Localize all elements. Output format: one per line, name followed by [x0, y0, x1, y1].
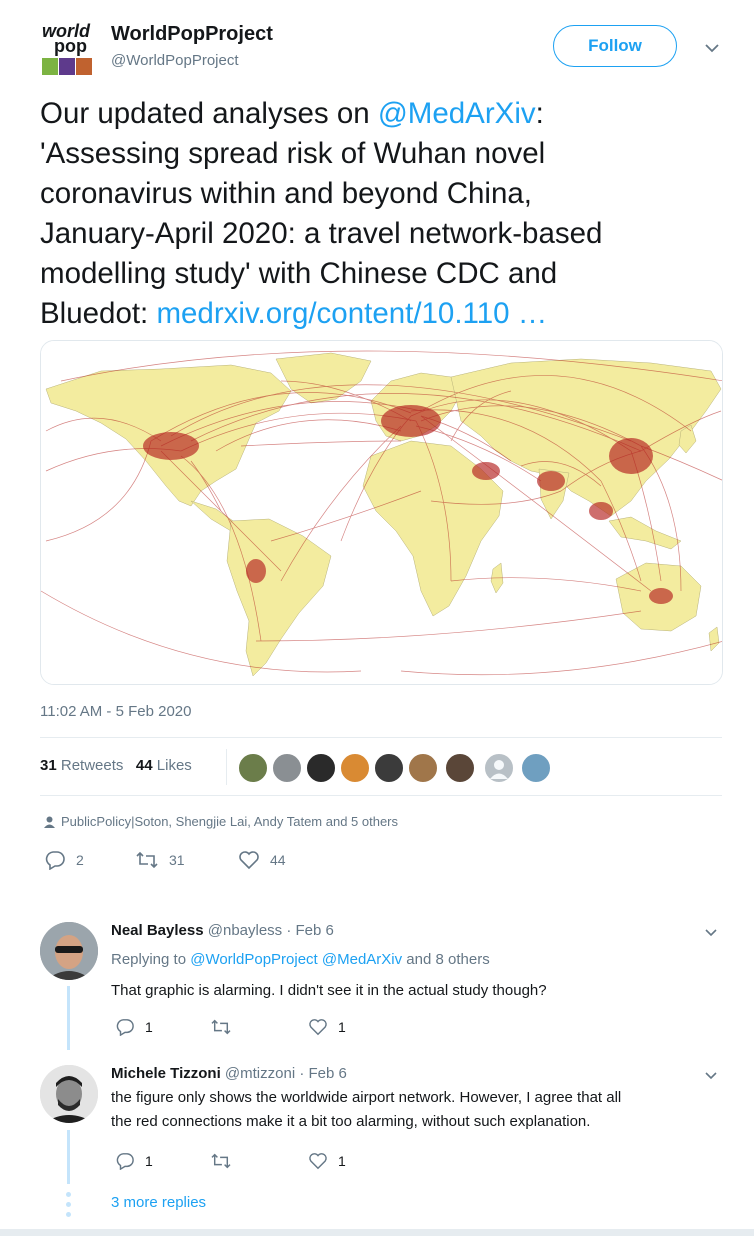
- avatar-photo: [40, 1065, 98, 1123]
- tweet-text-segment: Our updated analyses on: [40, 97, 378, 130]
- divider: [40, 795, 722, 796]
- author-handle[interactable]: @WorldPopProject: [111, 52, 239, 69]
- engagement-stats: 31 Retweets 44 Likes: [40, 757, 192, 774]
- retweets-count[interactable]: 31: [40, 757, 57, 774]
- stats-separator: [226, 749, 227, 785]
- reply-author-name[interactable]: Neal Bayless: [111, 922, 204, 939]
- world-route-map: [41, 341, 722, 684]
- thread-dot: [66, 1212, 71, 1217]
- like-button[interactable]: 1: [308, 1152, 346, 1170]
- tweet-text-line: 'Assessing spread risk of Wuhan novel: [40, 137, 546, 170]
- tweet-text-line: coronavirus within and beyond China,: [40, 177, 532, 210]
- reply-date[interactable]: · Feb 6: [299, 1065, 347, 1082]
- thread-dot: [66, 1192, 71, 1197]
- liker-avatar[interactable]: [374, 753, 404, 783]
- liker-avatar[interactable]: [340, 753, 370, 783]
- liker-avatar[interactable]: [408, 753, 438, 783]
- like-count: 1: [338, 1019, 346, 1035]
- liker-avatar[interactable]: [272, 753, 302, 783]
- reply-button[interactable]: 1: [115, 1152, 153, 1170]
- reply-author-handle[interactable]: @mtizzoni: [225, 1065, 295, 1082]
- reply-text: That graphic is alarming. I didn't see i…: [111, 982, 547, 999]
- tweet-text-segment: :: [535, 97, 544, 130]
- reply-count: 1: [145, 1153, 153, 1169]
- retweet-button[interactable]: [210, 1018, 242, 1036]
- likes-count[interactable]: 44: [136, 757, 153, 774]
- liked-by-text: PublicPolicy|Soton, Shengjie Lai, Andy T…: [61, 814, 399, 829]
- reply-author-name[interactable]: Michele Tizzoni: [111, 1065, 221, 1082]
- like-button[interactable]: 1: [308, 1018, 346, 1036]
- heart-icon: [309, 1153, 327, 1170]
- logo-text-pop: pop: [54, 36, 87, 56]
- reply-date[interactable]: · Feb 6: [286, 922, 334, 939]
- retweet-count: 31: [169, 852, 185, 868]
- replying-prefix: Replying to: [111, 951, 191, 968]
- like-button[interactable]: 44: [238, 850, 286, 870]
- tweet-text: Our updated analyses on @MedArXiv: 'Asse…: [40, 94, 740, 334]
- liker-avatar[interactable]: [238, 753, 268, 783]
- chevron-down-icon[interactable]: [702, 1067, 720, 1090]
- bottom-border: [0, 1229, 754, 1236]
- retweet-button[interactable]: 31: [135, 850, 185, 870]
- tweet-media-image[interactable]: [40, 340, 723, 685]
- liker-avatar[interactable]: [445, 753, 475, 783]
- reply-count: 1: [145, 1019, 153, 1035]
- reply-avatar[interactable]: [40, 1065, 98, 1123]
- tweet-text-segment: Bluedot:: [40, 297, 157, 330]
- default-avatar-icon: [490, 760, 508, 779]
- reply-icon: [116, 1019, 134, 1036]
- like-count: 1: [338, 1153, 346, 1169]
- reply-author-handle[interactable]: @nbayless: [208, 922, 282, 939]
- url-link[interactable]: medrxiv.org/content/10.110 …: [156, 297, 547, 330]
- more-replies-link[interactable]: 3 more replies: [111, 1194, 206, 1211]
- liker-avatar[interactable]: [484, 753, 514, 783]
- section-gap: [0, 896, 754, 902]
- retweet-icon: [136, 851, 158, 869]
- thread-line: [67, 986, 70, 1050]
- replying-suffix[interactable]: and 8 others: [402, 951, 489, 968]
- divider: [40, 737, 722, 738]
- reply-count: 2: [76, 852, 84, 868]
- heart-icon: [309, 1019, 327, 1036]
- retweet-button[interactable]: [210, 1152, 242, 1170]
- replying-to: Replying to @WorldPopProject @MedArXiv a…: [111, 951, 490, 968]
- liked-by-row[interactable]: PublicPolicy|Soton, Shengjie Lai, Andy T…: [44, 814, 398, 829]
- reply-avatar[interactable]: [40, 922, 98, 980]
- reply-text: the figure only shows the worldwide airp…: [111, 1089, 622, 1106]
- mention-link[interactable]: @MedArXiv: [378, 97, 536, 130]
- retweet-icon: [211, 1019, 231, 1035]
- like-count: 44: [270, 852, 286, 868]
- reply-header: Neal Bayless @nbayless · Feb 6: [111, 922, 334, 939]
- avatar-photo: [40, 922, 98, 980]
- liker-avatar[interactable]: [521, 753, 551, 783]
- chevron-down-icon[interactable]: [702, 924, 720, 947]
- reply-text: the red connections make it a bit too al…: [111, 1113, 591, 1130]
- author-name[interactable]: WorldPopProject: [111, 23, 273, 46]
- tweet-text-line: January-April 2020: a travel network-bas…: [40, 217, 603, 250]
- retweet-icon: [211, 1153, 231, 1169]
- reply-header: Michele Tizzoni @mtizzoni · Feb 6: [111, 1065, 347, 1082]
- reply-button[interactable]: 1: [115, 1018, 153, 1036]
- retweets-label[interactable]: Retweets: [61, 757, 124, 774]
- likes-label[interactable]: Likes: [157, 757, 192, 774]
- replying-mentions[interactable]: @WorldPopProject @MedArXiv: [190, 951, 402, 968]
- tweet-text-line: modelling study' with Chinese CDC and: [40, 257, 558, 290]
- thread-dot: [66, 1202, 71, 1207]
- follow-button[interactable]: Follow: [553, 25, 677, 67]
- reply-icon: [45, 851, 65, 870]
- person-icon: [44, 816, 55, 828]
- liker-avatar[interactable]: [306, 753, 336, 783]
- chevron-down-icon[interactable]: [702, 38, 722, 58]
- reply-icon: [116, 1153, 134, 1170]
- worldpop-logo[interactable]: world pop: [40, 20, 100, 78]
- heart-icon: [239, 851, 259, 870]
- reply-button[interactable]: 2: [44, 850, 84, 870]
- thread-line: [67, 1130, 70, 1184]
- tweet-timestamp[interactable]: 11:02 AM - 5 Feb 2020: [40, 703, 192, 720]
